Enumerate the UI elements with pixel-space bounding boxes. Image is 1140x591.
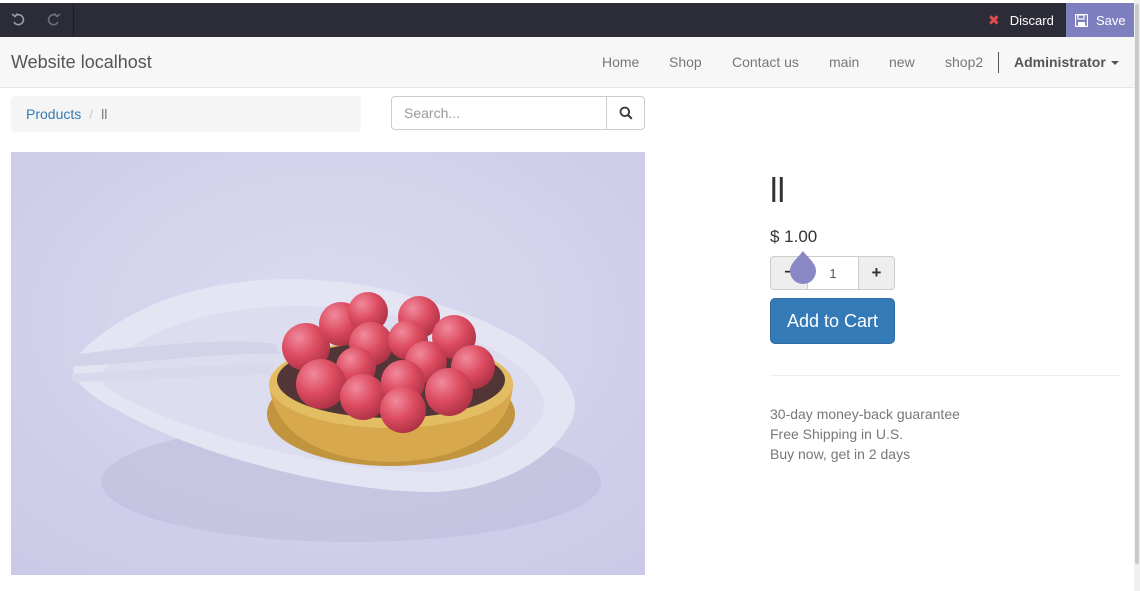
benefit-free-shipping: Free Shipping in U.S. <box>770 426 904 442</box>
benefit-money-back: 30-day money-back guarantee <box>770 406 960 422</box>
nav-item-home[interactable]: Home <box>602 54 639 70</box>
page-scrollbar[interactable] <box>1134 0 1140 591</box>
benefit-delivery: Buy now, get in 2 days <box>770 446 911 462</box>
breadcrumb-current: ll <box>101 106 108 122</box>
save-label: Save <box>1096 12 1126 28</box>
nav-item-contact-us[interactable]: Contact us <box>732 54 799 70</box>
editor-toolbar: ✖ Discard Save <box>0 3 1134 37</box>
search-icon <box>619 106 633 120</box>
nav-item-shop2[interactable]: shop2 <box>945 54 983 70</box>
search-button[interactable] <box>606 96 645 130</box>
redo-icon[interactable] <box>44 11 62 29</box>
nav-item-main[interactable]: main <box>829 54 859 70</box>
discard-label: Discard <box>1009 12 1054 28</box>
caret-down-icon <box>1110 61 1119 66</box>
nav-item-new[interactable]: new <box>889 54 915 70</box>
add-to-cart-button[interactable]: Add to Cart <box>770 298 895 344</box>
raspberry-tart-image <box>11 152 645 575</box>
site-brand[interactable]: Website localhost <box>11 52 152 73</box>
product-benefits: 30-day money-back guarantee Free Shippin… <box>770 404 960 464</box>
toolbar-divider <box>73 3 74 37</box>
site-navbar: Website localhost Home Shop Contact us m… <box>0 37 1134 88</box>
breadcrumb: Products / ll <box>11 96 361 132</box>
nav-divider <box>998 52 999 73</box>
drop-marker-icon[interactable] <box>788 250 818 284</box>
floppy-disk-icon <box>1075 13 1088 27</box>
product-image <box>11 152 645 575</box>
product-title: ll <box>770 172 786 210</box>
save-button[interactable]: Save <box>1066 3 1134 37</box>
scrollbar-thumb[interactable] <box>1135 4 1139 564</box>
discard-button[interactable]: ✖ Discard <box>978 3 1066 37</box>
close-icon: ✖ <box>988 11 1000 28</box>
search-input[interactable] <box>391 96 607 130</box>
undo-icon[interactable] <box>10 11 28 29</box>
product-price: $ 1.00 <box>770 227 818 246</box>
user-name: Administrator <box>1014 54 1106 70</box>
nav-item-shop[interactable]: Shop <box>669 54 702 70</box>
divider <box>770 375 1120 376</box>
quantity-increase-button[interactable]: + <box>858 256 895 290</box>
breadcrumb-separator: / <box>89 106 94 122</box>
user-menu[interactable]: Administrator <box>1014 54 1119 70</box>
product-search <box>391 96 645 130</box>
breadcrumb-products[interactable]: Products <box>26 106 81 122</box>
